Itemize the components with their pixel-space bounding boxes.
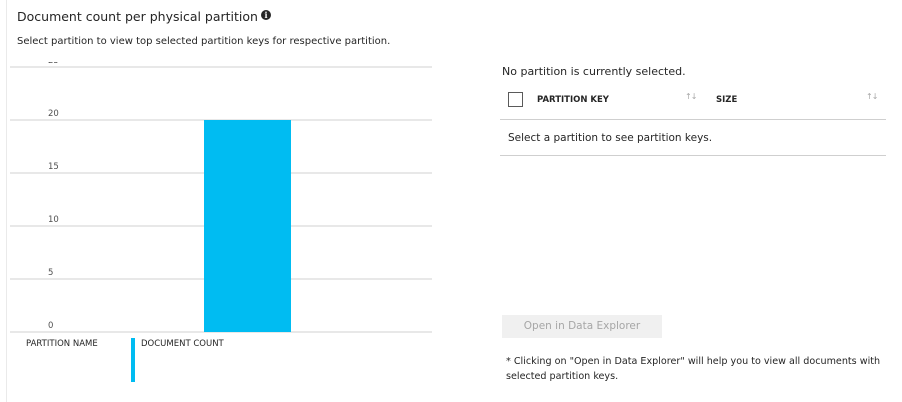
data-explorer-footnote: * Clicking on "Open in Data Explorer" wi… [506, 356, 881, 382]
chart-title-text: Document count per physical partition [17, 9, 258, 24]
chart-subtitle: Select partition to view top selected pa… [17, 36, 391, 47]
table-header: PARTITION KEY ↑↓ SIZE ↑↓ [500, 84, 886, 120]
y-tick-label: 20 [48, 109, 59, 119]
chart-legend: PARTITION NAME DOCUMENT COUNT [10, 336, 432, 386]
legend-partition-name: PARTITION NAME [26, 339, 98, 349]
document-count-chart: 25 20 15 10 5 0 [10, 62, 432, 340]
y-tick-label: 15 [48, 162, 59, 172]
select-all-checkbox[interactable] [508, 92, 523, 107]
y-tick-label: 25 [48, 62, 59, 66]
y-tick-label: 10 [48, 215, 59, 225]
chart-title: Document count per physical partition i [17, 9, 271, 24]
y-tick-label: 5 [48, 268, 53, 278]
column-header-partition-key[interactable]: PARTITION KEY [537, 95, 609, 105]
partition-key-table: PARTITION KEY ↑↓ SIZE ↑↓ Select a partit… [500, 84, 886, 156]
column-header-size[interactable]: SIZE [716, 95, 737, 105]
selection-status: No partition is currently selected. [502, 65, 686, 78]
info-icon[interactable]: i [260, 9, 271, 20]
chart-svg: 25 20 15 10 5 0 [10, 62, 432, 333]
table-row: Select a partition to see partition keys… [500, 120, 886, 156]
legend-document-count: DOCUMENT COUNT [141, 339, 224, 349]
empty-table-message: Select a partition to see partition keys… [508, 132, 713, 144]
sort-icon[interactable]: ↑↓ [866, 92, 878, 101]
open-in-data-explorer-button[interactable]: Open in Data Explorer [502, 315, 662, 338]
legend-swatch [131, 338, 135, 382]
sort-icon[interactable]: ↑↓ [685, 92, 697, 101]
y-tick-label: 0 [48, 321, 53, 331]
partition-bar[interactable] [204, 120, 291, 332]
